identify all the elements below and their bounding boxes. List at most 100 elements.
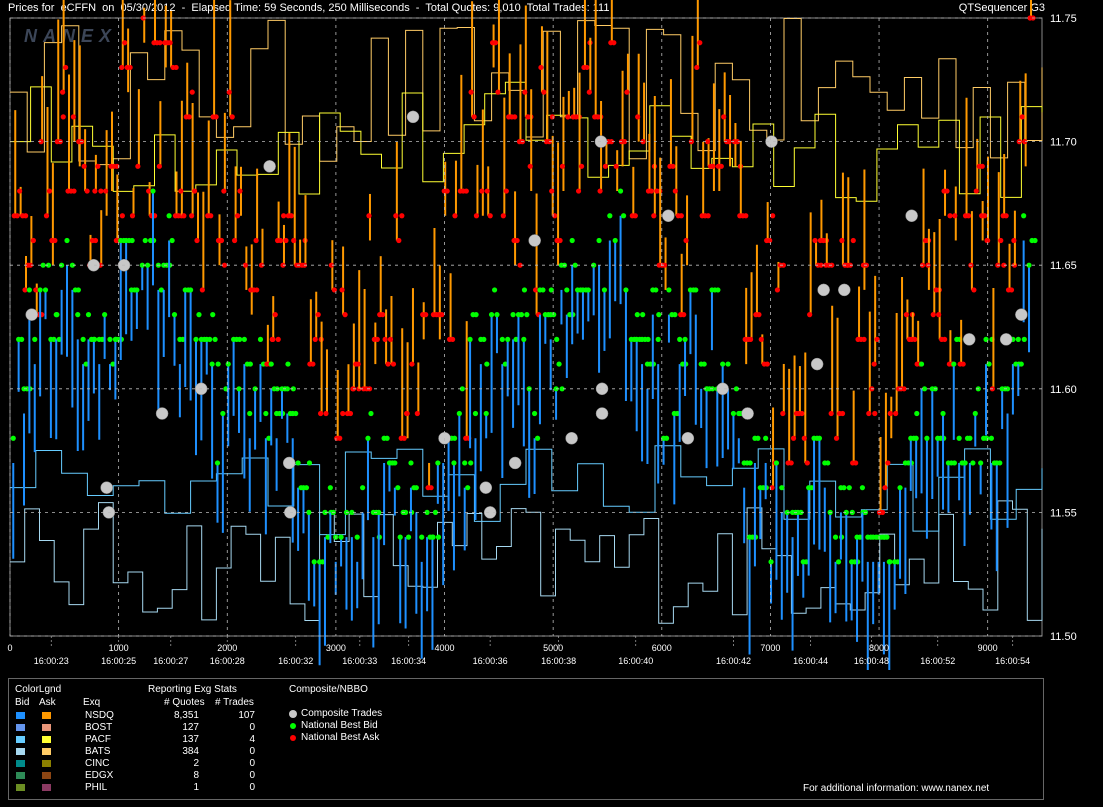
national-best-ask-point <box>17 188 23 194</box>
national-best-bid-point <box>397 534 403 540</box>
national-best-ask-point <box>232 237 238 244</box>
reporting-stats-title: Reporting Exg Stats <box>148 684 237 695</box>
national-best-bid-point <box>306 460 313 466</box>
national-best-bid-point <box>1015 336 1021 342</box>
x-tick-label: 9000 <box>978 643 998 653</box>
national-best-ask-point <box>253 237 259 244</box>
national-best-bid-point <box>483 410 489 417</box>
ask-color-swatch <box>42 724 51 731</box>
national-best-bid-point <box>311 559 317 565</box>
national-best-ask-point <box>127 64 133 71</box>
x-tick-label: 0 <box>7 643 12 653</box>
national-best-ask-point <box>403 410 410 417</box>
national-best-ask-point <box>272 312 278 318</box>
national-best-ask-point <box>833 435 840 441</box>
national-best-ask-point <box>613 163 619 169</box>
ask-color-swatch <box>42 772 51 779</box>
national-best-bid-point <box>972 410 978 417</box>
x-tick-label: 7000 <box>760 643 780 653</box>
national-best-ask-point <box>60 89 66 95</box>
composite-legend-marker <box>290 735 296 741</box>
national-best-bid-point <box>640 312 646 318</box>
exchange-trade-count: 107 <box>238 710 255 721</box>
national-best-ask-point <box>767 237 773 244</box>
bid-color-swatch <box>16 712 25 719</box>
national-best-ask-point <box>903 312 910 318</box>
national-best-ask-point <box>382 336 388 342</box>
exchange-name: NSDQ <box>85 710 114 721</box>
national-best-ask-point <box>982 213 988 219</box>
time-label: 16:00:36 <box>473 656 508 666</box>
national-best-bid-point <box>491 287 498 293</box>
exchange-name: BOST <box>85 722 113 733</box>
national-best-ask-point <box>812 237 818 244</box>
national-best-bid-point <box>494 312 500 318</box>
national-best-ask-point <box>1003 213 1009 219</box>
national-best-bid-point <box>210 312 216 318</box>
national-best-ask-point <box>575 188 582 194</box>
national-best-bid-point <box>40 262 46 268</box>
national-best-ask-point <box>452 213 458 219</box>
national-best-bid-point <box>129 237 135 244</box>
exchange-trade-count: 0 <box>249 770 255 781</box>
national-best-bid-point <box>295 460 301 466</box>
national-best-bid-point <box>1021 213 1027 219</box>
national-best-ask-point <box>780 410 786 417</box>
national-best-ask-point <box>1011 237 1017 244</box>
national-best-bid-point <box>951 460 958 466</box>
national-best-bid-point <box>607 213 613 219</box>
national-best-bid-point <box>91 336 97 342</box>
national-best-ask-point <box>882 485 888 491</box>
national-best-bid-point <box>241 336 247 342</box>
national-best-ask-point <box>189 213 195 219</box>
national-best-ask-point <box>764 361 770 367</box>
national-best-ask-point <box>718 163 724 169</box>
national-best-bid-point <box>755 435 761 441</box>
national-best-ask-point <box>936 312 942 318</box>
national-best-ask-point <box>578 163 585 169</box>
legend-bid-header: Bid <box>15 697 30 708</box>
national-best-bid-point <box>368 410 374 417</box>
national-best-ask-point <box>315 312 321 318</box>
national-best-bid-point <box>419 534 425 540</box>
y-tick-label: 11.55 <box>1050 507 1077 519</box>
x-tick-label: 3000 <box>326 643 346 653</box>
national-best-bid-point <box>166 213 172 219</box>
national-best-ask-point <box>281 213 287 219</box>
composite-trade-point <box>662 209 675 223</box>
national-best-bid-point <box>169 237 175 244</box>
national-best-ask-point <box>401 435 407 441</box>
national-best-bid-point <box>1032 237 1038 244</box>
national-best-bid-point <box>505 336 511 342</box>
national-best-ask-point <box>495 89 501 95</box>
national-best-bid-point <box>465 485 471 491</box>
national-best-bid-point <box>193 336 199 342</box>
national-best-bid-point <box>715 287 721 293</box>
national-best-ask-point <box>944 188 950 194</box>
national-best-bid-point <box>763 435 769 441</box>
national-best-ask-point <box>291 237 297 244</box>
national-best-bid-point <box>569 237 575 244</box>
composite-trade-point <box>999 333 1013 346</box>
national-best-bid-point <box>653 287 659 293</box>
national-best-ask-point <box>801 435 807 441</box>
national-best-ask-point <box>998 237 1004 244</box>
exchange-trade-count: 0 <box>249 722 255 733</box>
national-best-bid-point <box>354 534 360 540</box>
x-tick-label: 5000 <box>543 643 563 653</box>
national-best-bid-point <box>997 460 1003 466</box>
ask-color-swatch <box>42 748 51 755</box>
national-best-ask-point <box>597 188 603 194</box>
composite-trade-point <box>479 481 493 494</box>
time-label: 16:00:23 <box>34 656 69 666</box>
exchange-name: EDGX <box>85 770 114 781</box>
national-best-ask-point <box>275 336 281 342</box>
national-best-ask-point <box>254 287 260 293</box>
national-best-ask-point <box>278 237 284 244</box>
national-best-ask-point <box>984 237 990 244</box>
national-best-bid-point <box>779 485 785 491</box>
national-best-ask-point <box>584 64 590 71</box>
national-best-ask-point <box>173 64 179 71</box>
composite-trade-point <box>565 431 578 445</box>
national-best-bid-point <box>435 460 441 466</box>
